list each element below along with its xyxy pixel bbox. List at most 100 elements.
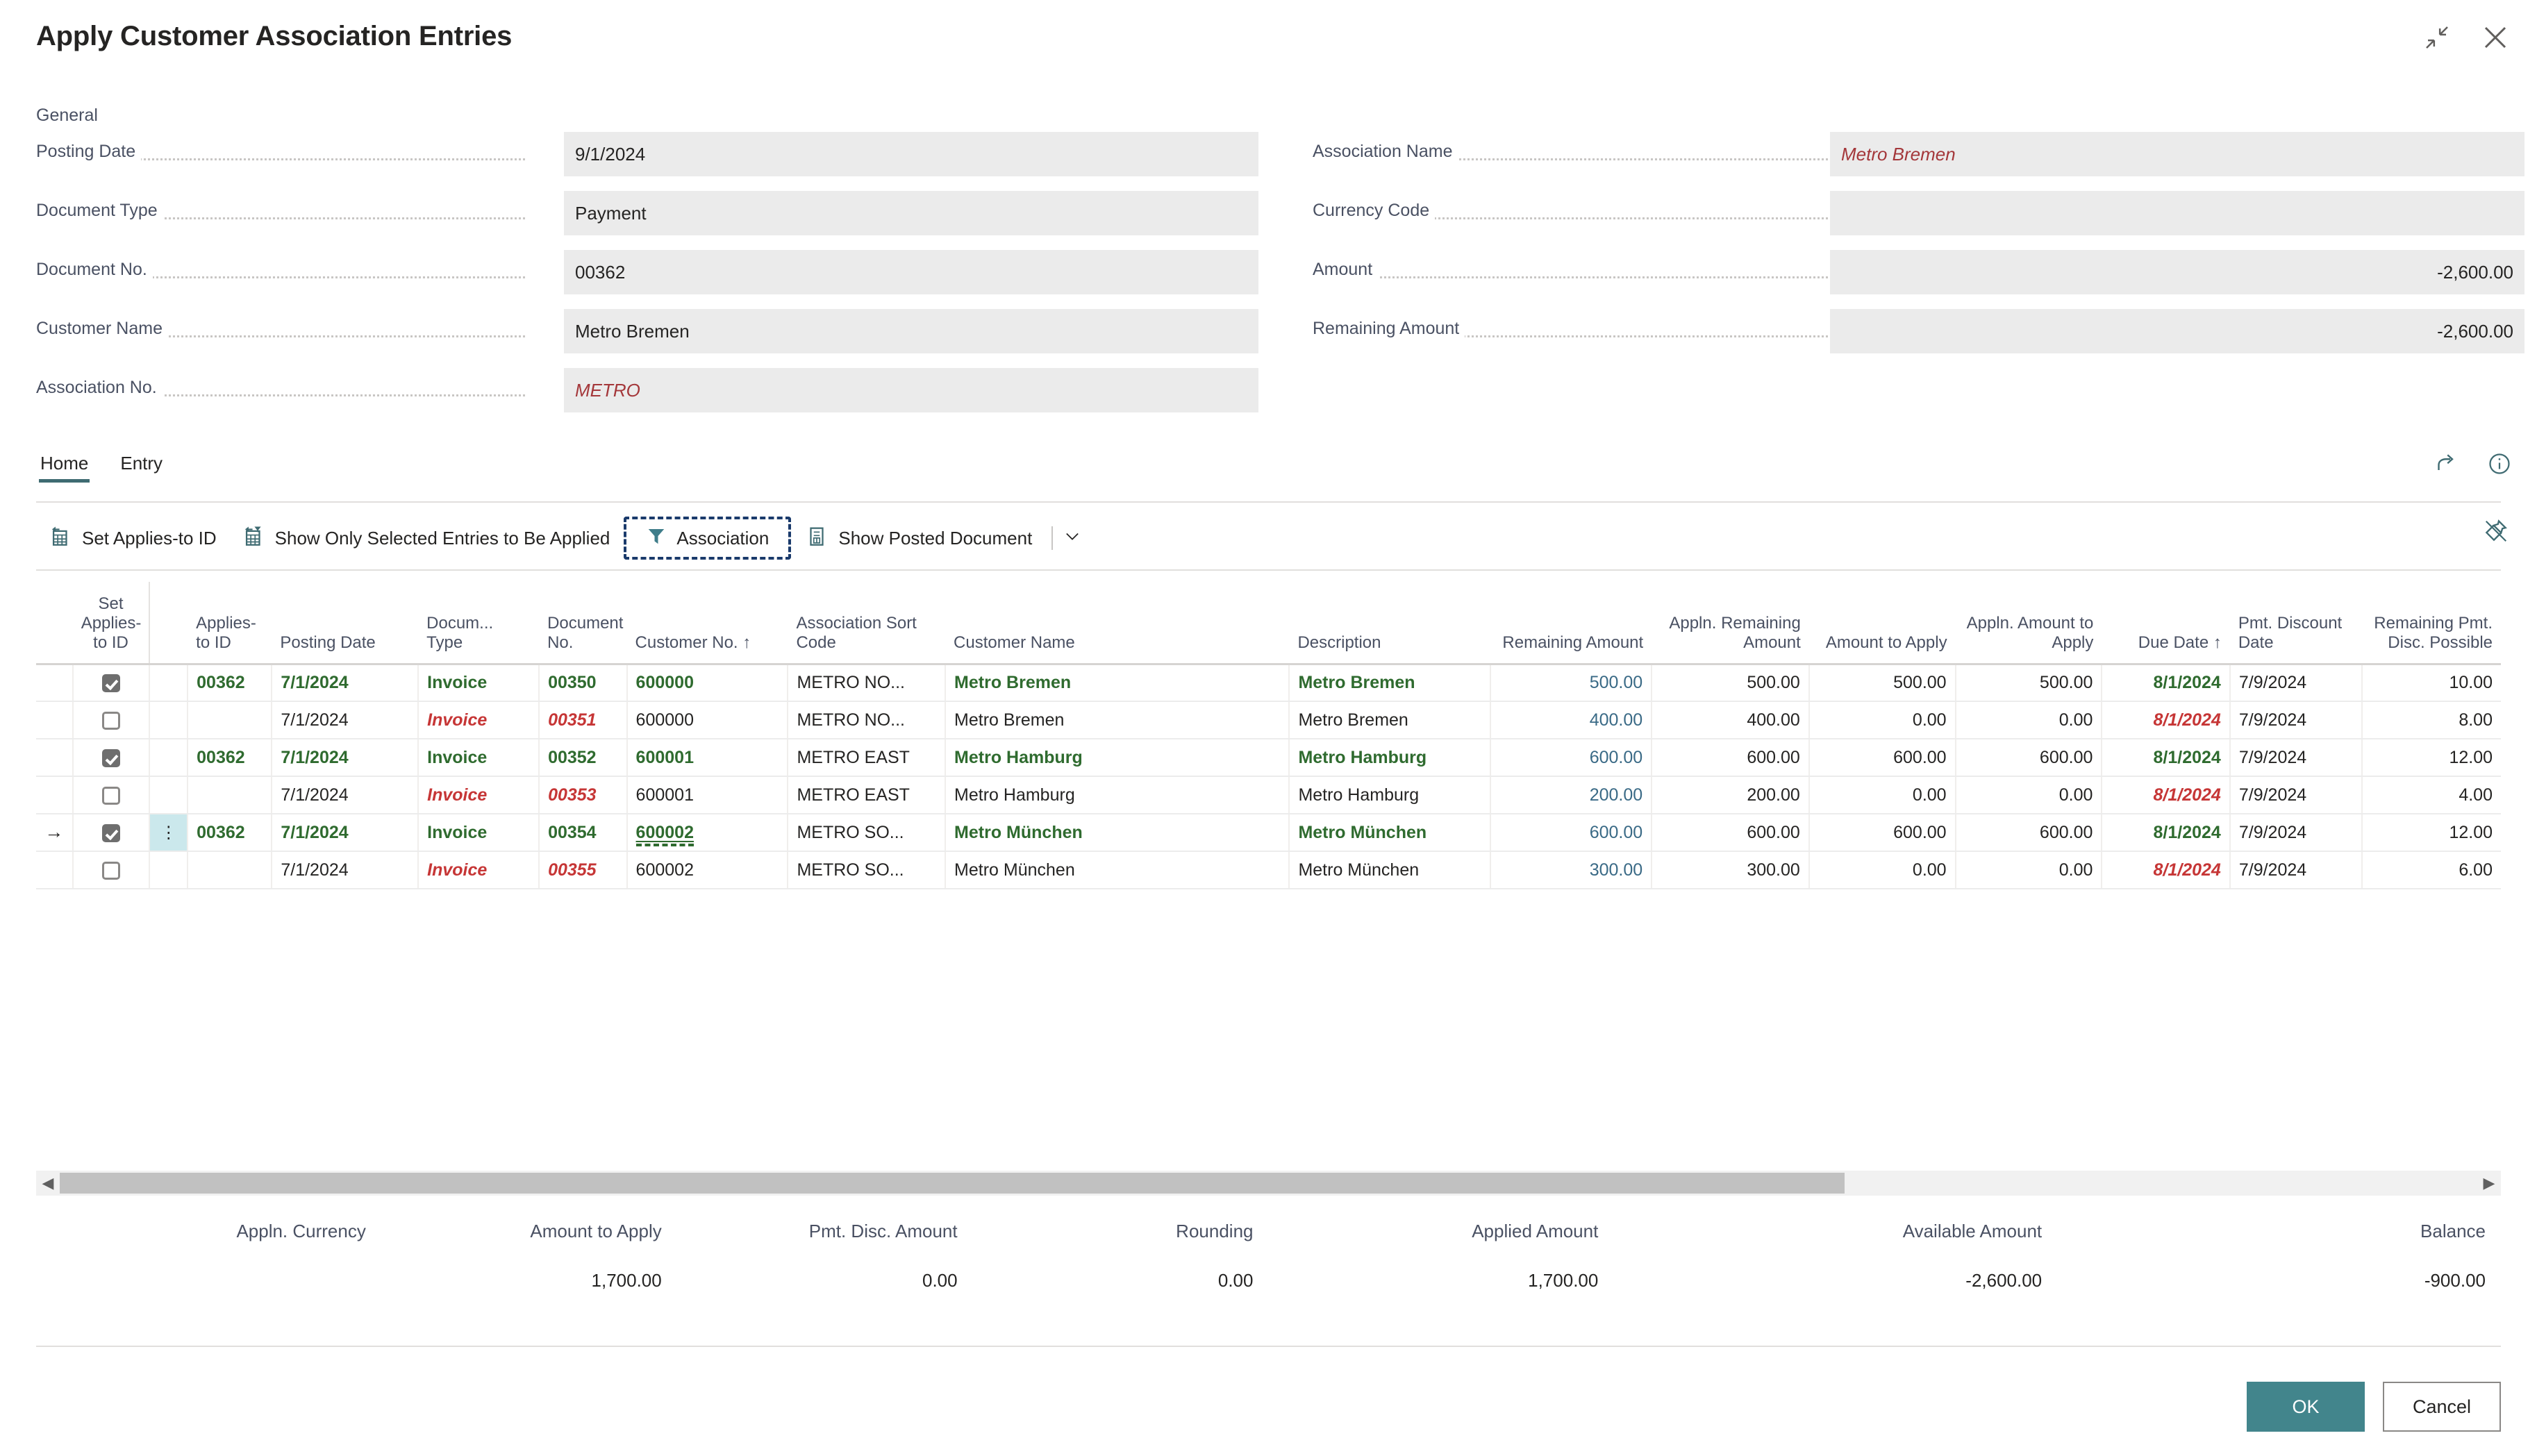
show-posted-document-button[interactable]: Show Posted Document [792,517,1045,560]
remaining-pmt-disc-possible-cell[interactable]: 4.00 [2361,776,2501,814]
description-cell[interactable]: Metro Bremen [1288,701,1491,739]
description-cell[interactable]: Metro München [1288,814,1491,852]
set-applies-to-id-checkbox[interactable] [102,748,121,767]
set-applies-to-id-cell[interactable] [72,701,150,739]
show-posted-document-split-toggle[interactable] [1045,526,1082,551]
due-date-cell[interactable]: 8/1/2024 [2101,851,2230,889]
pmt-discount-date-cell[interactable]: 7/9/2024 [2229,814,2362,852]
remaining-amount-cell[interactable]: 600.00 [1490,739,1652,777]
chevron-left-icon[interactable]: ◀ [36,1174,60,1192]
pmt-discount-date-cell[interactable]: 7/9/2024 [2229,739,2362,777]
document-no-cell[interactable]: 00355 [538,851,627,889]
remaining-amount-cell[interactable]: 500.00 [1490,664,1652,702]
col-header-document-no[interactable]: Document No. [539,582,627,665]
table-row[interactable]: → ⋮ 00362 7/1/2024 Invoice 00354 600002 METRO S… [36,814,2501,852]
customer-no-cell[interactable]: 600002 [626,851,788,889]
association-sort-code-cell[interactable]: METRO SO... [787,851,946,889]
description-cell[interactable]: Metro Hamburg [1288,739,1491,777]
info-icon[interactable] [2487,451,2512,480]
customer-name-cell[interactable]: Metro Hamburg [945,776,1290,814]
appln-amount-to-apply-cell[interactable]: 0.00 [1954,776,2102,814]
association-name-input[interactable]: Metro Bremen [1830,132,2524,176]
table-row[interactable]: 7/1/2024 Invoice 00351 600000 METRO NO... Met… [36,701,2501,739]
association-sort-code-cell[interactable]: METRO EAST [787,776,946,814]
col-header-amount-to-apply[interactable]: Amount to Apply [1808,582,1956,665]
document-type-input[interactable]: Payment [564,191,1258,235]
posting-date-cell[interactable]: 7/1/2024 [271,851,419,889]
pmt-discount-date-cell[interactable]: 7/9/2024 [2229,776,2362,814]
amount-to-apply-cell[interactable]: 500.00 [1808,664,1956,702]
amount-to-apply-cell[interactable]: 600.00 [1808,814,1956,852]
chevron-right-icon[interactable]: ▶ [2477,1174,2501,1192]
customer-no-cell[interactable]: 600001 [626,739,788,777]
appln-remaining-amount-cell[interactable]: 600.00 [1651,814,1809,852]
appln-remaining-amount-cell[interactable]: 500.00 [1651,664,1809,702]
col-header-appln-amount-to-apply[interactable]: Appln. Amount to Apply [1955,582,2102,665]
table-row[interactable]: 7/1/2024 Invoice 00353 600001 METRO EAST Metr… [36,776,2501,814]
col-header-applies-to-id[interactable]: Applies-to ID [188,582,272,665]
close-icon[interactable] [2479,21,2512,54]
row-menu-cell[interactable] [149,701,188,739]
remaining-amount-input[interactable]: -2,600.00 [1830,309,2524,353]
appln-remaining-amount-cell[interactable]: 300.00 [1651,851,1809,889]
appln-remaining-amount-cell[interactable]: 400.00 [1651,701,1809,739]
set-applies-to-id-cell[interactable] [72,664,150,702]
applies-to-id-cell[interactable]: 00362 [187,814,272,852]
col-header-document-type[interactable]: Docum... Type [418,582,540,665]
customer-no-cell[interactable]: 600000 [626,664,788,702]
remaining-amount-cell[interactable]: 300.00 [1490,851,1652,889]
table-row[interactable]: 00362 7/1/2024 Invoice 00352 600001 METRO EAS… [36,739,2501,777]
table-row[interactable]: 7/1/2024 Invoice 00355 600002 METRO SO... Met… [36,851,2501,889]
customer-no-cell[interactable]: 600002 [626,814,788,852]
posting-date-cell[interactable]: 7/1/2024 [271,701,419,739]
pmt-discount-date-cell[interactable]: 7/9/2024 [2229,701,2362,739]
horizontal-scrollbar[interactable]: ◀ ▶ [36,1171,2501,1196]
due-date-cell[interactable]: 8/1/2024 [2101,739,2230,777]
set-applies-to-id-checkbox[interactable] [102,786,121,805]
amount-to-apply-cell[interactable]: 0.00 [1808,701,1956,739]
set-applies-to-id-checkbox[interactable] [102,674,121,693]
remaining-pmt-disc-possible-cell[interactable]: 12.00 [2361,739,2501,777]
set-applies-to-id-cell[interactable] [72,776,150,814]
association-no-input[interactable]: METRO [564,368,1258,412]
currency-code-input[interactable] [1830,191,2524,235]
set-applies-to-id-button[interactable]: Set Applies-to ID [36,517,229,560]
document-no-cell[interactable]: 00354 [538,814,627,852]
scrollbar-track[interactable] [60,1173,2477,1194]
appln-remaining-amount-cell[interactable]: 600.00 [1651,739,1809,777]
ok-button[interactable]: OK [2247,1382,2365,1432]
row-menu-cell[interactable] [149,851,188,889]
collapse-arrows-icon[interactable] [2420,21,2454,54]
amount-to-apply-cell[interactable]: 600.00 [1808,739,1956,777]
set-applies-to-id-checkbox[interactable] [102,823,121,842]
customer-no-cell[interactable]: 600001 [626,776,788,814]
remaining-pmt-disc-possible-cell[interactable]: 10.00 [2361,664,2501,702]
association-button[interactable]: Association [624,517,792,560]
set-applies-to-id-checkbox[interactable] [102,861,121,880]
description-cell[interactable]: Metro München [1288,851,1491,889]
set-applies-to-id-cell[interactable] [72,739,150,777]
posting-date-cell[interactable]: 7/1/2024 [271,739,419,777]
col-header-customer-no[interactable]: Customer No. ↑ [626,582,788,665]
set-applies-to-id-cell[interactable] [72,814,150,852]
col-header-posting-date[interactable]: Posting Date [272,582,419,665]
applies-to-id-cell[interactable] [187,701,272,739]
unpin-button[interactable] [2483,518,2509,548]
customer-no-cell[interactable]: 600000 [626,701,788,739]
applies-to-id-cell[interactable]: 00362 [187,739,272,777]
due-date-cell[interactable]: 8/1/2024 [2101,776,2230,814]
applies-to-id-cell[interactable] [187,776,272,814]
customer-name-cell[interactable]: Metro Hamburg [945,739,1290,777]
customer-name-cell[interactable]: Metro Bremen [945,664,1290,702]
share-icon[interactable] [2436,451,2461,480]
document-type-cell[interactable]: Invoice [417,776,540,814]
customer-name-input[interactable]: Metro Bremen [564,309,1258,353]
remaining-amount-cell[interactable]: 400.00 [1490,701,1652,739]
col-header-due-date[interactable]: Due Date ↑ [2102,582,2230,665]
description-cell[interactable]: Metro Bremen [1288,664,1491,702]
customer-name-cell[interactable]: Metro Bremen [945,701,1290,739]
posting-date-input[interactable]: 9/1/2024 [564,132,1258,176]
posting-date-cell[interactable]: 7/1/2024 [271,776,419,814]
col-header-association-sort-code[interactable]: Association Sort Code [788,582,946,665]
show-only-selected-entries-button[interactable]: Show Only Selected Entries to Be Applied [229,517,623,560]
